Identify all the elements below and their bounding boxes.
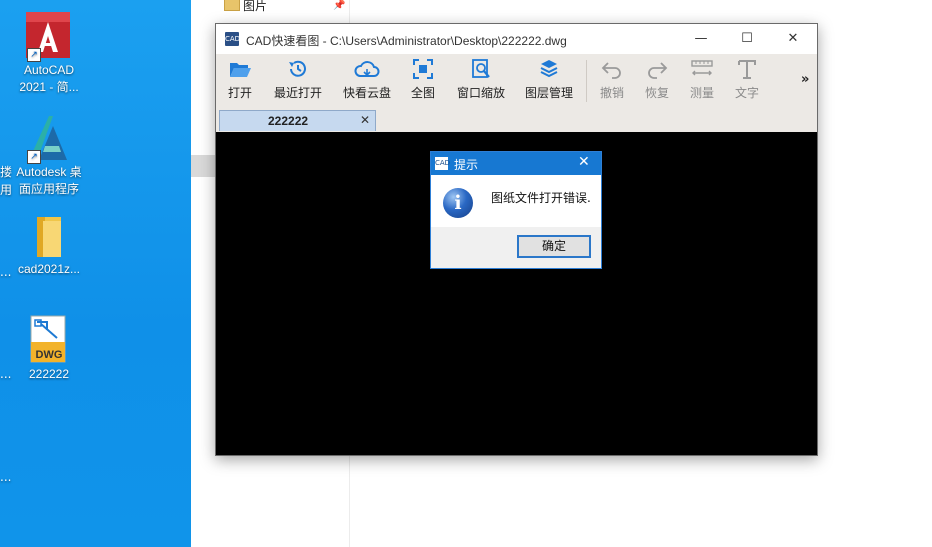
maximize-button[interactable]: ☐: [724, 24, 770, 54]
dialog-title: 提示: [454, 158, 479, 172]
toolbar-layers-button[interactable]: 图层管理: [522, 58, 576, 101]
clipped-label: ...: [0, 470, 12, 484]
document-tab-label: 222222: [268, 114, 309, 128]
layers-icon: [540, 60, 558, 78]
minimize-button[interactable]: —: [678, 24, 724, 54]
dialog-body: i 图纸文件打开错误.: [431, 175, 601, 227]
toolbar-text-button[interactable]: 文字: [731, 58, 763, 101]
toolbar-label: 图层管理: [524, 86, 573, 100]
undo-icon: [601, 62, 621, 79]
main-toolbar: 打开 最近打开 快看云盘 全图 窗口缩放 图层管理 撤销 恢复 测量 文字 »: [216, 54, 817, 109]
cloud-icon: [354, 61, 380, 77]
window-titlebar[interactable]: CAD CAD快速看图 - C:\Users\Administrator\Des…: [216, 24, 817, 54]
history-icon: [289, 60, 306, 77]
desktop-icon-label: 面应用程序: [18, 182, 79, 196]
toolbar-label: 恢复: [644, 86, 669, 100]
folder-icon: [37, 217, 61, 257]
toolbar-more-button[interactable]: »: [801, 72, 809, 87]
ok-button[interactable]: 确定: [517, 235, 591, 258]
pin-icon[interactable]: 📌: [333, 0, 345, 11]
desktop-icon-cad2021-folder[interactable]: cad2021z...: [9, 215, 89, 278]
close-button[interactable]: ✕: [770, 24, 816, 54]
document-tabbar: 222222 ✕: [216, 108, 817, 132]
window-title: CAD快速看图 - C:\Users\Administrator\Desktop…: [246, 34, 567, 48]
toolbar-label: 全图: [410, 86, 435, 100]
toolbar-label: 打开: [227, 86, 252, 100]
toolbar-cloud-button[interactable]: 快看云盘: [340, 58, 394, 101]
zoom-window-icon: [472, 59, 490, 78]
desktop-icon-label: cad2021z...: [17, 262, 81, 276]
toolbar-recent-button[interactable]: 最近打开: [271, 58, 325, 101]
desktop-icon-label: Autodesk 桌: [16, 165, 82, 179]
shortcut-arrow-icon: ↗: [27, 48, 41, 62]
dialog-close-icon[interactable]: ✕: [578, 154, 590, 170]
dialog-titlebar[interactable]: CAD 提示 ✕: [431, 152, 601, 175]
fit-all-icon: [413, 59, 433, 79]
toolbar-separator: [586, 60, 587, 102]
toolbar-undo-button[interactable]: 撤销: [596, 58, 628, 101]
redo-icon: [648, 62, 668, 79]
desktop-icon-dwg-file[interactable]: DWG 222222: [9, 314, 89, 383]
desktop-icon-autocad[interactable]: ↗ AutoCAD 2021 - 简...: [9, 10, 89, 96]
dwg-badge: DWG: [35, 349, 63, 361]
document-tab[interactable]: 222222 ✕: [219, 110, 376, 131]
info-icon: i: [443, 188, 473, 218]
toolbar-label: 撤销: [599, 86, 624, 100]
explorer-item-pictures[interactable]: 图片: [243, 0, 267, 14]
desktop-icon-label: AutoCAD: [23, 63, 75, 77]
text-icon: [738, 60, 756, 79]
pictures-folder-icon: [224, 0, 240, 11]
toolbar-fit-all-button[interactable]: 全图: [407, 58, 439, 101]
toolbar-measure-button[interactable]: 测量: [686, 58, 718, 101]
toolbar-zoom-window-button[interactable]: 窗口缩放: [454, 58, 508, 101]
toolbar-label: 文字: [734, 86, 759, 100]
app-logo-icon: CAD: [225, 32, 240, 46]
toolbar-label: 窗口缩放: [456, 86, 505, 100]
shortcut-arrow-icon: ↗: [27, 150, 41, 164]
toolbar-label: 测量: [689, 86, 714, 100]
error-dialog: CAD 提示 ✕ i 图纸文件打开错误. 确定: [430, 151, 602, 269]
toolbar-label: 快看云盘: [342, 86, 391, 100]
toolbar-redo-button[interactable]: 恢复: [641, 58, 673, 101]
desktop-icon-label: 222222: [28, 367, 70, 381]
dialog-app-icon: CAD: [435, 157, 450, 170]
close-tab-icon[interactable]: ✕: [360, 113, 370, 127]
desktop-icon-autodesk-app[interactable]: ↗ Autodesk 桌 面应用程序: [9, 112, 89, 198]
desktop-icon-label: 2021 - 简...: [19, 80, 79, 94]
dialog-message: 图纸文件打开错误.: [491, 191, 591, 205]
measure-icon: [691, 60, 713, 76]
toolbar-open-button[interactable]: 打开: [224, 58, 256, 101]
toolbar-label: 最近打开: [273, 86, 322, 100]
folder-open-icon: [230, 63, 251, 77]
explorer-selected-row: [191, 155, 216, 177]
